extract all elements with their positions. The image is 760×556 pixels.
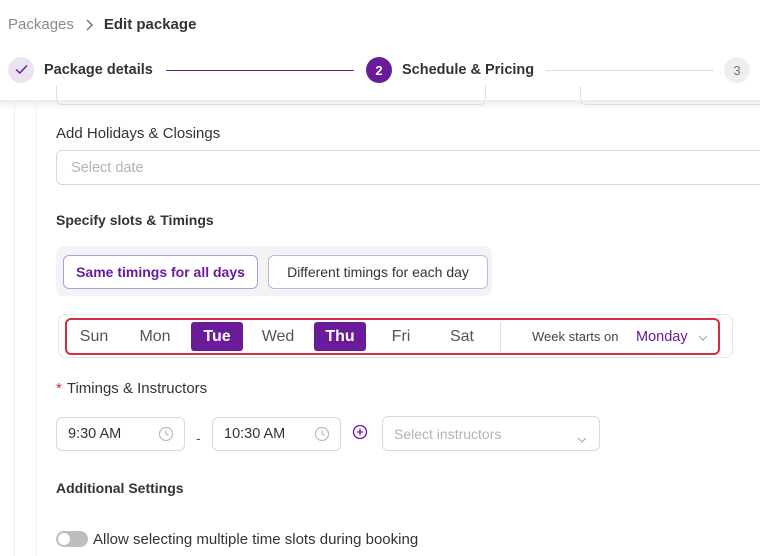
multi-slot-label: Allow selecting multiple time slots duri… xyxy=(93,531,419,548)
slots-section-title: Specify slots & Timings xyxy=(56,212,214,228)
holidays-date-input[interactable]: Select date xyxy=(56,150,760,185)
breadcrumb-current: Edit package xyxy=(103,16,197,33)
check-icon xyxy=(14,63,28,78)
additional-settings-title: Additional Settings xyxy=(56,480,184,496)
holidays-label: Add Holidays & Closings xyxy=(56,125,221,142)
day-fri[interactable]: Fri xyxy=(375,322,427,351)
required-mark: * xyxy=(56,380,62,397)
day-divider xyxy=(500,322,501,352)
step-3-indicator[interactable]: 3 xyxy=(724,57,750,83)
step-connector-1 xyxy=(166,70,354,71)
chevron-down-icon xyxy=(688,328,708,346)
day-thu[interactable]: Thu xyxy=(314,322,366,351)
add-time-slot-button[interactable] xyxy=(352,424,368,445)
previous-field-right[interactable] xyxy=(580,86,760,105)
week-start-select[interactable]: Monday xyxy=(630,322,718,352)
start-time-value: 9:30 AM xyxy=(68,426,122,442)
day-tue[interactable]: Tue xyxy=(191,322,243,351)
step-1-label[interactable]: Package details xyxy=(44,62,153,78)
day-sat[interactable]: Sat xyxy=(436,322,488,351)
step-connector-2 xyxy=(546,70,714,71)
previous-field-left[interactable] xyxy=(56,86,486,105)
page-rail xyxy=(14,100,15,556)
toggle-knob xyxy=(58,533,70,545)
breadcrumb-packages-link[interactable]: Packages xyxy=(8,16,74,33)
step-2-label[interactable]: Schedule & Pricing xyxy=(402,62,534,78)
time-range-separator: - xyxy=(196,430,201,446)
content-rail xyxy=(36,100,37,556)
timings-label-text: Timings & Instructors xyxy=(66,380,208,397)
different-timings-button[interactable]: Different timings for each day xyxy=(268,255,488,289)
clock-icon xyxy=(314,426,330,446)
end-time-value: 10:30 AM xyxy=(224,426,286,442)
week-start-value: Monday xyxy=(636,329,688,345)
day-wed[interactable]: Wed xyxy=(252,322,304,351)
end-time-input[interactable]: 10:30 AM xyxy=(212,417,341,451)
chevron-down-icon xyxy=(577,431,587,447)
breadcrumb: Packages Edit package xyxy=(8,16,196,33)
instructors-select[interactable]: Select instructors xyxy=(382,416,600,451)
instructors-placeholder: Select instructors xyxy=(394,425,502,442)
timings-label: * Timings & Instructors xyxy=(56,380,207,397)
day-sun[interactable]: Sun xyxy=(68,322,120,351)
step-2-indicator[interactable]: 2 xyxy=(366,57,392,83)
clock-icon xyxy=(158,426,174,446)
holidays-date-placeholder: Select date xyxy=(71,159,144,176)
same-timings-button[interactable]: Same timings for all days xyxy=(63,255,258,289)
start-time-input[interactable]: 9:30 AM xyxy=(56,417,185,451)
week-start-label: Week starts on xyxy=(532,329,619,344)
plus-circle-icon xyxy=(352,424,368,444)
chevron-right-icon xyxy=(84,18,94,31)
step-1-indicator[interactable] xyxy=(8,57,34,83)
day-mon[interactable]: Mon xyxy=(129,322,181,351)
multi-slot-toggle[interactable] xyxy=(56,531,88,547)
